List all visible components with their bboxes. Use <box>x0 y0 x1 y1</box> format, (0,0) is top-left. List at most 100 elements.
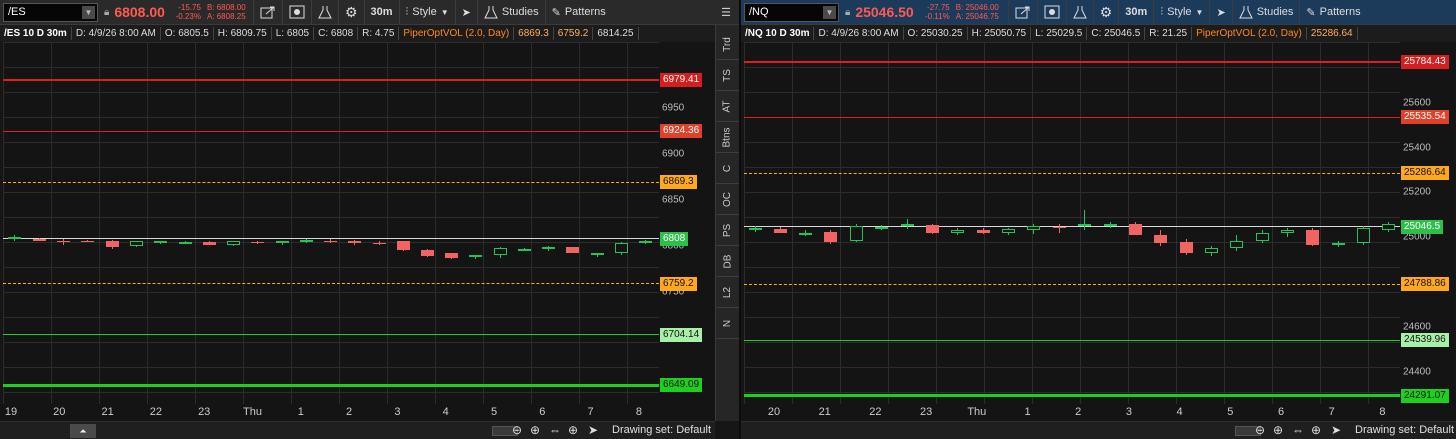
candle-body[interactable] <box>154 241 167 244</box>
candle-body[interactable] <box>1027 226 1040 231</box>
candle-body[interactable] <box>774 229 787 233</box>
candle-body[interactable] <box>494 247 507 256</box>
symbol-selector[interactable]: /ES ▼ <box>3 2 98 22</box>
lock-icon[interactable]: 🔒︎ <box>845 7 850 18</box>
snapshot-button[interactable] <box>1036 0 1066 25</box>
pan-icon[interactable]: ⇔ <box>549 423 561 437</box>
share-button[interactable] <box>1007 0 1037 25</box>
time-axis[interactable]: 19 20 21 22 23 Thu 1 2 3 4 5 6 7 8 <box>0 404 715 420</box>
candle-body[interactable] <box>373 243 386 245</box>
zoom-in-icon[interactable]: ⊕ <box>1273 423 1283 437</box>
level-line[interactable] <box>3 238 659 240</box>
candle-body[interactable] <box>749 228 762 231</box>
candle-body[interactable] <box>591 253 604 256</box>
patterns-button[interactable]: ✎ Patterns <box>1299 0 1366 25</box>
candle-body[interactable] <box>518 248 531 251</box>
studies-button[interactable]: Studies <box>1231 0 1300 25</box>
level-line[interactable] <box>3 283 659 285</box>
candle-body[interactable] <box>639 240 652 244</box>
drawing-set[interactable]: Drawing set: Default <box>1355 424 1454 436</box>
candle-body[interactable] <box>1230 240 1243 249</box>
zoom-out-icon[interactable]: ⊖ <box>512 423 522 437</box>
candle-body[interactable] <box>951 230 964 233</box>
pan-icon[interactable]: ⇔ <box>1292 423 1304 437</box>
candle-body[interactable] <box>1104 223 1117 227</box>
candle-body[interactable] <box>8 236 21 239</box>
level-line[interactable] <box>3 383 659 387</box>
candle-body[interactable] <box>203 242 216 246</box>
candle-body[interactable] <box>130 241 143 247</box>
menu-icon[interactable]: ☰ <box>721 6 731 19</box>
crosshair-icon[interactable]: ⊕ <box>1311 423 1321 437</box>
candle-body[interactable] <box>1357 228 1370 243</box>
level-line[interactable] <box>744 116 1400 118</box>
flask-button[interactable] <box>310 0 338 25</box>
study-name[interactable]: PiperOptVOL (2.0, Day) <box>1192 27 1307 40</box>
candle-body[interactable] <box>348 240 361 244</box>
studies-button[interactable]: Studies <box>476 0 545 25</box>
level-line[interactable] <box>744 226 1400 228</box>
cursor-icon[interactable]: ➤ <box>1331 423 1341 437</box>
timeframe-button[interactable]: 30m <box>1118 0 1153 25</box>
crosshair-icon[interactable]: ⊕ <box>568 423 578 437</box>
candle-body[interactable] <box>251 242 264 244</box>
candle-body[interactable] <box>1053 227 1066 229</box>
sidebar-tab-oc[interactable]: OC <box>716 184 739 215</box>
candle-body[interactable] <box>1306 230 1319 246</box>
candle-body[interactable] <box>1332 242 1345 246</box>
sidebar-tab-trd[interactable]: Trd <box>716 29 739 60</box>
level-line[interactable] <box>3 130 659 132</box>
candle-body[interactable] <box>445 252 458 259</box>
time-axis[interactable]: 20 21 22 23 Thu 1 2 3 4 5 6 7 8 <box>741 404 1456 420</box>
chevron-down-icon[interactable]: ▼ <box>82 5 95 19</box>
candle-body[interactable] <box>824 231 837 242</box>
candle-body[interactable] <box>926 224 939 233</box>
candle-body[interactable] <box>977 230 990 233</box>
candle-body[interactable] <box>1382 223 1395 231</box>
candle-body[interactable] <box>276 241 289 244</box>
zoom-out-icon[interactable]: ⊖ <box>1255 423 1265 437</box>
sidebar-tab-at[interactable]: AT <box>716 91 739 122</box>
level-line[interactable] <box>744 172 1400 174</box>
sidebar-tab-btns[interactable]: Btns <box>716 122 739 153</box>
drawing-set[interactable]: Drawing set: Default <box>612 424 711 436</box>
lock-icon[interactable]: 🔒︎ <box>104 7 109 18</box>
candle-body[interactable] <box>901 223 914 227</box>
candle-body[interactable] <box>1180 241 1193 253</box>
sidebar-tab-n[interactable]: N <box>716 308 739 339</box>
level-line[interactable] <box>3 334 659 336</box>
settings-button[interactable]: ⚙ <box>337 0 364 25</box>
level-line[interactable] <box>3 79 659 82</box>
snapshot-button[interactable] <box>281 0 311 25</box>
cursor-button[interactable]: ➤ <box>1209 0 1231 25</box>
candle-body[interactable] <box>799 232 812 235</box>
level-line[interactable] <box>744 394 1400 398</box>
candle-body[interactable] <box>397 241 410 250</box>
candle-body[interactable] <box>1205 248 1218 253</box>
timeframe-button[interactable]: 30m <box>363 0 399 25</box>
share-button[interactable] <box>252 0 282 25</box>
expand-button[interactable]: ⏶ <box>70 424 96 438</box>
cursor-icon[interactable]: ➤ <box>588 423 598 437</box>
candle-body[interactable] <box>57 240 70 243</box>
candle-body[interactable] <box>1154 234 1167 243</box>
candle-body[interactable] <box>875 227 888 230</box>
price-plot[interactable] <box>3 42 659 404</box>
level-line[interactable] <box>744 339 1400 341</box>
candle-body[interactable] <box>106 240 119 247</box>
level-line[interactable] <box>744 60 1400 63</box>
candle-body[interactable] <box>179 242 192 245</box>
price-axis[interactable]: 2560025400252002500024800246002440025784… <box>1400 42 1455 404</box>
sidebar-tab-l2[interactable]: L2 <box>716 277 739 308</box>
candle-body[interactable] <box>421 249 434 257</box>
sidebar-tab-ts[interactable]: TS <box>716 60 739 91</box>
candle-body[interactable] <box>33 238 46 241</box>
cursor-button[interactable]: ➤ <box>454 0 477 25</box>
flask-button[interactable] <box>1065 0 1093 25</box>
candle-body[interactable] <box>566 247 579 253</box>
price-axis[interactable]: 6950690068506800675067006979.416924.3668… <box>659 42 714 404</box>
settings-button[interactable]: ⚙ <box>1092 0 1119 25</box>
patterns-button[interactable]: ✎ Patterns <box>544 0 612 25</box>
candle-body[interactable] <box>1129 223 1142 235</box>
style-button[interactable]: ⫶ Style ▼ <box>1153 0 1209 25</box>
